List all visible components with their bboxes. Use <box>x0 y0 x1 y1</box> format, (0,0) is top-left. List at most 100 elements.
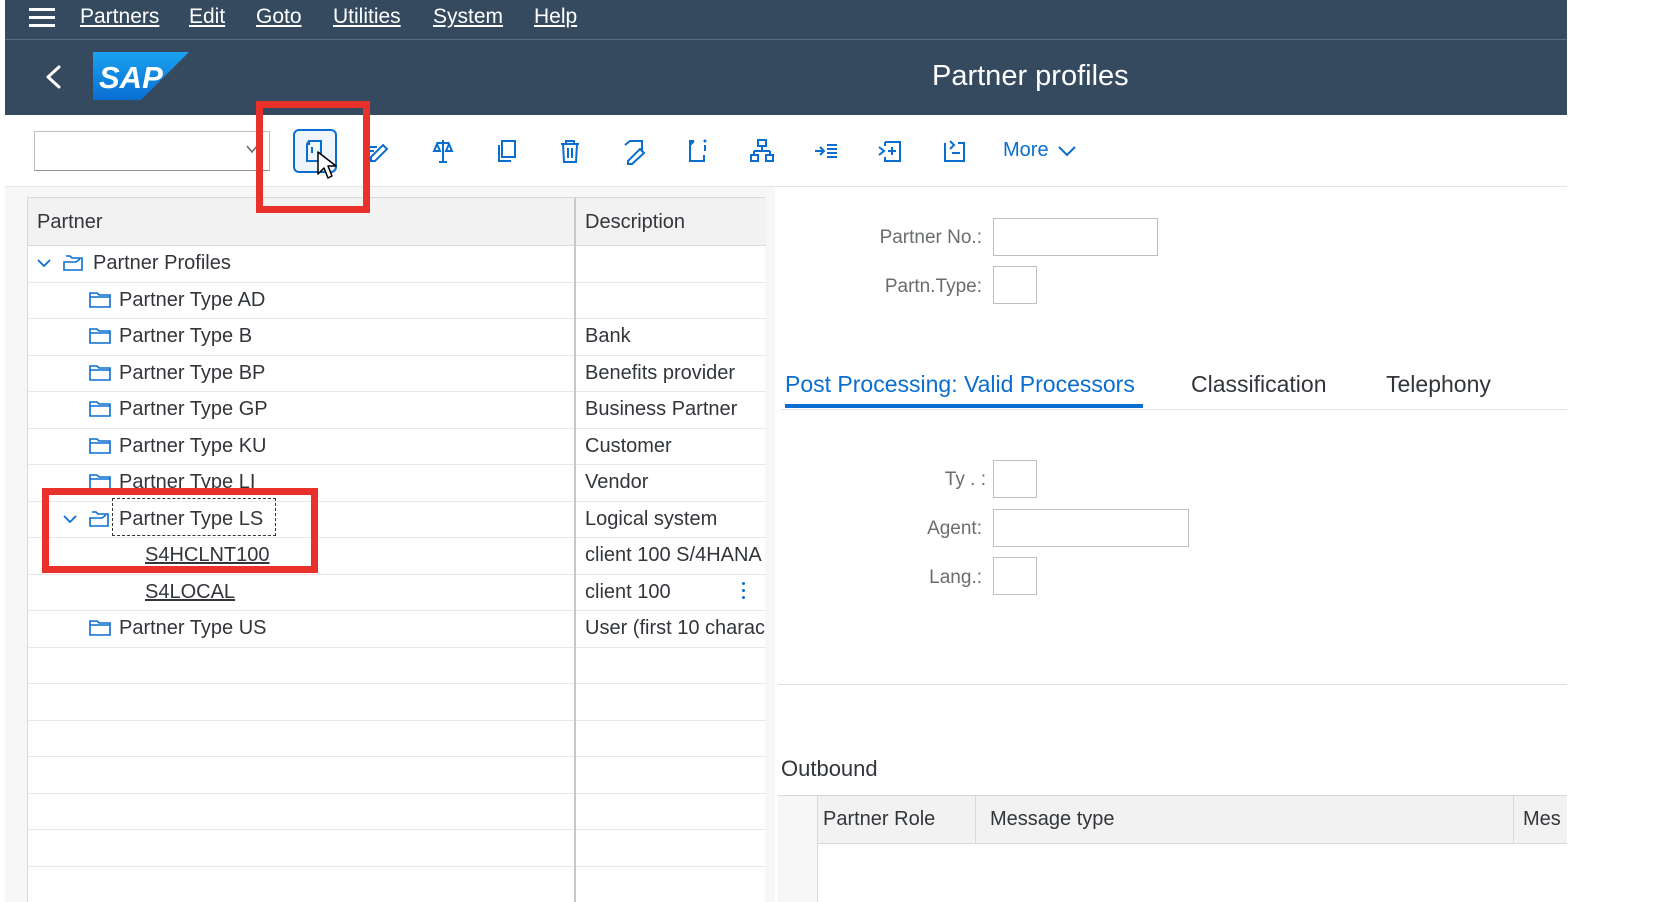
tab-telephony[interactable]: Telephony <box>1386 371 1491 398</box>
tree-description: client 100 <box>585 580 671 603</box>
menu-help[interactable]: Help <box>534 5 577 29</box>
tree-row-empty <box>28 721 766 757</box>
splitter-handle[interactable] <box>742 582 746 604</box>
menu-edit[interactable]: Edit <box>189 5 225 29</box>
tree-link-label[interactable]: S4LOCAL <box>145 581 235 604</box>
details-button[interactable] <box>676 129 720 173</box>
hamburger-menu-icon[interactable] <box>29 8 55 28</box>
sap-logo: SAP <box>93 52 189 100</box>
tree-description: User (first 10 characters) <box>585 617 765 639</box>
column-separator <box>975 796 976 844</box>
tree-row-empty <box>28 794 766 830</box>
menu-partners[interactable]: Partners <box>80 5 159 29</box>
tree-row-partner-type-bp[interactable]: Partner Type BP Benefits provider <box>28 356 766 392</box>
details-icon <box>689 139 707 162</box>
delete-icon <box>561 140 579 163</box>
partn-type-input[interactable] <box>993 266 1037 304</box>
ty-input[interactable] <box>993 460 1037 498</box>
column-resize-handle[interactable] <box>574 198 576 902</box>
tree-row-partner-type-us[interactable]: Partner Type US User (first 10 character… <box>28 611 766 648</box>
hierarchy-icon <box>750 139 774 162</box>
folder-icon <box>89 437 111 454</box>
tree-row-partner-type-b[interactable]: Partner Type B Bank <box>28 319 766 356</box>
detail-tab-bar: Post Processing: Valid Processors Classi… <box>781 366 1567 410</box>
tree-label: Partner Type GP <box>119 398 268 420</box>
expand-icon <box>815 144 837 158</box>
folder-icon <box>89 328 111 344</box>
tree-header: Partner Description <box>28 198 766 246</box>
menu-bar: Partners Edit Goto Utilities System Help <box>5 0 1567 40</box>
expand-button[interactable] <box>804 129 848 173</box>
tree-label: Partner Type B <box>119 325 253 347</box>
toolbar: More <box>5 115 1567 187</box>
edit-button[interactable] <box>612 129 656 173</box>
svg-text:SAP: SAP <box>99 60 163 95</box>
tree-label: Partner Profiles <box>93 252 231 274</box>
tree-description: Business Partner <box>585 398 738 420</box>
agent-input[interactable] <box>993 509 1189 547</box>
hierarchy-button[interactable] <box>740 129 784 173</box>
back-arrow-icon[interactable] <box>43 65 65 89</box>
insert-icon <box>878 141 901 162</box>
more-label: More <box>1003 139 1049 161</box>
outbound-section-title: Outbound <box>781 756 878 781</box>
tree-row-s4local[interactable]: S4LOCAL client 100 <box>28 575 766 611</box>
page-title: Partner profiles <box>932 60 1129 92</box>
section-divider <box>778 684 1567 685</box>
ty-label: Ty . : <box>944 469 986 490</box>
column-header-partner-role[interactable]: Partner Role <box>823 808 935 831</box>
tree-label: Partner Type BP <box>119 361 266 384</box>
lang-input[interactable] <box>993 557 1037 595</box>
open-folder-icon <box>63 255 83 271</box>
lang-label: Lang.: <box>929 567 982 588</box>
tab-post-processing[interactable]: Post Processing: Valid Processors <box>785 371 1135 398</box>
more-button[interactable]: More <box>1003 139 1077 162</box>
tree-row-partner-type-ad[interactable]: Partner Type AD <box>28 283 766 319</box>
partner-no-label: Partner No.: <box>879 227 982 248</box>
tree-row-partner-profiles[interactable]: Partner Profiles <box>28 246 766 283</box>
tree-row-partner-type-ku[interactable]: Partner Type KU Customer <box>28 429 766 465</box>
tree-row-empty <box>28 830 766 867</box>
tab-classification[interactable]: Classification <box>1191 371 1327 398</box>
column-header-message-variant[interactable]: Mes <box>1523 808 1561 831</box>
column-header-partner[interactable]: Partner <box>37 211 103 234</box>
row-selector-column[interactable] <box>778 796 818 902</box>
folder-icon <box>89 401 111 417</box>
folder-icon <box>89 620 111 636</box>
tree-description: client 100 S/4HANA <box>585 544 762 566</box>
edit-icon <box>624 140 646 165</box>
tree-description: Customer <box>585 434 672 457</box>
agent-label: Agent: <box>927 518 982 539</box>
active-tab-indicator <box>785 404 1143 408</box>
tree-label: Partner Type KU <box>119 434 267 457</box>
tree-row-partner-type-gp[interactable]: Partner Type GP Business Partner <box>28 392 766 429</box>
collapse-icon <box>944 140 965 162</box>
delete-button[interactable] <box>548 129 592 173</box>
outbound-table: Partner Role Message type Mes <box>778 795 1567 902</box>
annotation-highlight-create-button <box>256 101 370 213</box>
menu-utilities[interactable]: Utilities <box>333 5 401 29</box>
tree-label: Partner Type US <box>119 617 267 639</box>
copy-button[interactable] <box>485 129 529 173</box>
column-header-description[interactable]: Description <box>585 211 685 234</box>
annotation-highlight-partner-type-ls <box>42 488 318 573</box>
chevron-down-icon[interactable] <box>36 256 52 270</box>
command-field-dropdown[interactable] <box>34 131 270 171</box>
outbound-table-header: Partner Role Message type Mes <box>778 796 1567 844</box>
column-header-message-type[interactable]: Message type <box>990 808 1115 831</box>
insert-button[interactable] <box>868 129 912 173</box>
partner-no-input[interactable] <box>993 218 1158 256</box>
tree-row-empty <box>28 684 766 721</box>
tree-description: Vendor <box>585 471 649 493</box>
collapse-button[interactable] <box>932 129 976 173</box>
tree-row-empty <box>28 648 766 684</box>
chevron-down-icon <box>1057 145 1076 156</box>
menu-goto[interactable]: Goto <box>256 5 302 29</box>
display-button[interactable] <box>421 129 465 173</box>
column-separator <box>1513 796 1514 844</box>
menu-system[interactable]: System <box>433 5 503 29</box>
display-icon <box>432 140 454 163</box>
folder-icon <box>89 364 111 381</box>
tree-label: Partner Type AD <box>119 288 266 311</box>
shell-header: SAP Partner profiles <box>5 40 1567 115</box>
